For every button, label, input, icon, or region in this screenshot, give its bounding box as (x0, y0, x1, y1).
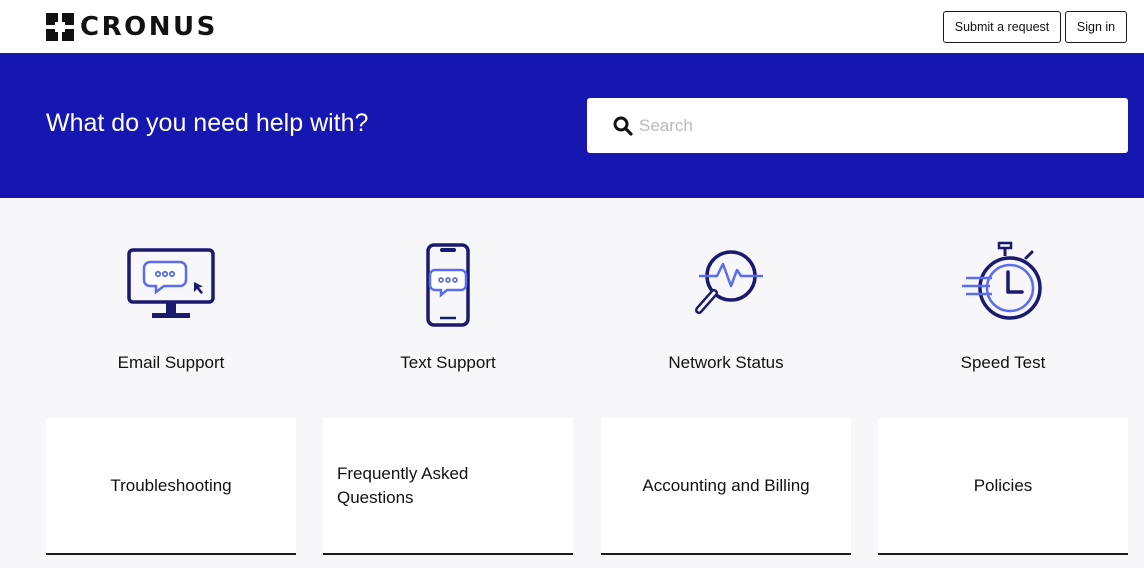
card-label: Accounting and Billing (642, 475, 810, 495)
tile-label: Text Support (400, 353, 496, 372)
magnifier-pulse-icon (695, 250, 763, 314)
top-header: CRONUS Submit a request Sign in (0, 0, 1144, 53)
tile-email-support[interactable]: Email Support (46, 198, 296, 398)
hero-banner: What do you need help with? (0, 53, 1144, 198)
search-icon (613, 116, 633, 136)
tile-speed-test[interactable]: Speed Test (878, 198, 1128, 398)
card-faq[interactable]: Frequently Asked Questions (323, 418, 573, 555)
card-accounting-billing[interactable]: Accounting and Billing (601, 418, 851, 555)
card-label: Troubleshooting (110, 475, 232, 495)
search-box[interactable] (587, 98, 1128, 153)
sign-in-button[interactable]: Sign in (1065, 11, 1127, 43)
submit-request-button[interactable]: Submit a request (943, 11, 1061, 43)
tile-label: Network Status (668, 353, 784, 372)
phone-chat-icon (426, 243, 470, 327)
search-input[interactable] (639, 98, 1109, 153)
tile-network-status[interactable]: Network Status (601, 198, 851, 398)
tile-text-support[interactable]: Text Support (323, 198, 573, 398)
monitor-chat-icon (127, 248, 215, 318)
hero-title: What do you need help with? (46, 109, 369, 137)
support-tiles: Email Support Text Support Network Statu… (0, 198, 1144, 398)
stopwatch-icon (962, 241, 1042, 320)
tile-label: Email Support (117, 353, 225, 372)
cronus-logo[interactable]: CRONUS (46, 11, 218, 43)
logo-mark-icon (46, 13, 74, 41)
logo-text: CRONUS (80, 12, 218, 42)
card-troubleshooting[interactable]: Troubleshooting (46, 418, 296, 555)
card-label: Policies (973, 475, 1033, 495)
card-label: Frequently Asked Questions (337, 463, 469, 507)
tile-label: Speed Test (960, 353, 1046, 372)
card-policies[interactable]: Policies (878, 418, 1128, 555)
